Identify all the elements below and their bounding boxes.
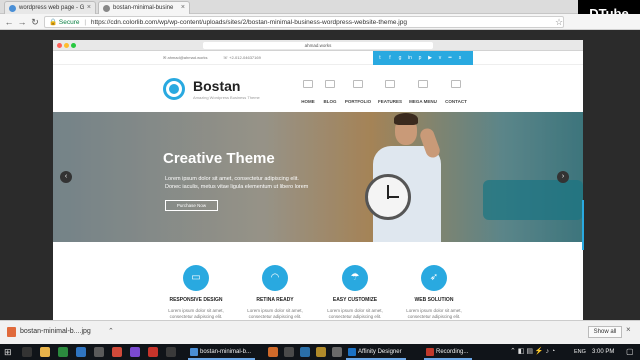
taskbar-app-icon[interactable]: [268, 347, 278, 357]
taskbar-chrome-window[interactable]: bostan-minimal-b...: [188, 344, 256, 360]
reload-button[interactable]: ↻: [29, 15, 41, 29]
youtube-icon: ▶: [428, 55, 432, 61]
twitter-icon: t: [379, 55, 381, 61]
home-icon: [303, 80, 313, 88]
download-filename: bostan-minimal-b....jpg: [20, 328, 91, 335]
mega-menu-icon: [418, 80, 428, 88]
feature-retina-ready: ◠ RETINA READY Lorem ipsum dolor sit ame…: [230, 265, 320, 320]
close-tab-icon[interactable]: ×: [87, 2, 91, 14]
vimeo-icon: v: [438, 55, 442, 61]
flickr-icon: ••: [448, 55, 452, 61]
taskbar-app-icon[interactable]: [316, 347, 326, 357]
taskbar-app-icon[interactable]: [76, 347, 86, 357]
hero-title: Creative Theme: [163, 150, 275, 167]
image-favicon-icon: [103, 5, 110, 12]
linkedin-icon: in: [408, 55, 412, 61]
mock-close-dot: [57, 43, 62, 48]
image-edge-accent: [582, 200, 584, 250]
taskbar-affinity-designer[interactable]: Affinity Designer: [346, 344, 406, 360]
taskbar-app-icon[interactable]: [58, 347, 68, 357]
hero-overlay: [53, 112, 583, 242]
chrome-icon: [190, 348, 198, 356]
tab-wordpress-web-page[interactable]: wordpress web page - G ×: [4, 1, 96, 14]
slider-next-icon: ›: [557, 171, 569, 183]
taskbar-app-icon[interactable]: [40, 347, 50, 357]
skype-icon: s: [458, 55, 462, 61]
back-button[interactable]: ←: [3, 15, 15, 29]
tab-bostan-image[interactable]: bostan-minimal-busine ×: [98, 1, 190, 14]
tab-label: bostan-minimal-busine: [113, 5, 174, 11]
close-tab-icon[interactable]: ×: [181, 2, 185, 14]
tab-label: wordpress web page - G: [19, 5, 85, 11]
taskbar-app-icon[interactable]: [130, 347, 140, 357]
taskbar-app-icon[interactable]: [148, 347, 158, 357]
forward-button[interactable]: →: [16, 15, 28, 29]
features-icon: [385, 80, 395, 88]
language-indicator[interactable]: ENG: [574, 345, 586, 359]
contact-email: ✉ ahmad@ahmad.works: [163, 55, 208, 60]
url-text: https://cdn.colorlib.com/wp/wp-content/u…: [90, 19, 407, 26]
taskbar-app-icon[interactable]: [166, 347, 176, 357]
hero-person-hair: [394, 113, 418, 125]
close-download-shelf-icon[interactable]: ×: [626, 325, 636, 339]
separator: |: [84, 19, 87, 26]
show-all-button[interactable]: Show all: [588, 326, 622, 338]
taskbar-app-icon[interactable]: [332, 347, 342, 357]
secure-label: Secure: [58, 19, 80, 26]
contact-icon: [451, 80, 461, 88]
notifications-icon[interactable]: ▢: [626, 346, 634, 358]
hero-line-1: Lorem ipsum dolor sit amet, consectetur …: [165, 176, 299, 182]
hero-line-2: Donec iaculis, metus vitae ligula elemen…: [165, 184, 309, 190]
taskbar-app-icon[interactable]: [300, 347, 310, 357]
rocket-icon: ➶: [421, 265, 447, 291]
wifi-icon: ◠: [262, 265, 288, 291]
taskbar-recording[interactable]: Recording...: [424, 344, 473, 360]
monitor-icon: ▭: [183, 265, 209, 291]
bookmark-star-icon[interactable]: ☆: [555, 15, 567, 29]
affinity-designer-icon: [348, 348, 356, 356]
system-tray-icons[interactable]: ⌃ ◧ ▤ ⚡ ♪ ◔: [510, 346, 555, 358]
umbrella-icon: ☂: [342, 265, 368, 291]
start-button-icon[interactable]: ⊞: [4, 346, 16, 358]
pinterest-icon: p: [418, 55, 422, 61]
feature-easy-customize: ☂ EASY CUSTOMIZE Lorem ipsum dolor sit a…: [310, 265, 400, 320]
mock-url: ahmad.works: [203, 42, 433, 49]
taskbar-app-icon[interactable]: [112, 347, 122, 357]
nav-features: FEATURES: [373, 80, 407, 108]
nav-contact: CONTACT: [439, 80, 473, 108]
image-file-icon: [7, 327, 16, 337]
download-menu-chevron-icon[interactable]: ⌃: [108, 324, 118, 340]
portfolio-icon: [353, 80, 363, 88]
address-bar[interactable]: 🔒 Secure | https://cdn.colorlib.com/wp/w…: [44, 16, 564, 28]
lock-icon: 🔒: [49, 19, 58, 26]
google-favicon-icon: [9, 5, 16, 12]
taskbar-app-icon[interactable]: [94, 347, 104, 357]
purchase-now-button: Purchase Now: [165, 200, 218, 211]
nav-portfolio: PORTFOLIO: [341, 80, 375, 108]
bostan-logo-icon: [163, 78, 185, 100]
facebook-icon: f: [389, 55, 391, 61]
taskbar-app-icon[interactable]: [284, 347, 294, 357]
slider-prev-icon: ‹: [60, 171, 72, 183]
feature-responsive-design: ▭ RESPONSIVE DESIGN Lorem ipsum dolor si…: [151, 265, 241, 320]
wall-clock-icon: [365, 174, 411, 220]
brand-tagline: Amazing Wordpress Business Theme: [193, 95, 260, 100]
download-item[interactable]: bostan-minimal-b....jpg: [4, 324, 122, 340]
site-topbar: [53, 51, 583, 65]
system-clock[interactable]: 3:00 PM: [592, 345, 614, 359]
taskbar-app-icon[interactable]: [22, 347, 32, 357]
recording-icon: [426, 348, 434, 356]
blog-icon: [325, 80, 335, 88]
social-icons-bar: t f g in p ▶ v •• s: [373, 51, 473, 65]
contact-phone: ☏ +2-012-04637169: [223, 55, 261, 60]
nav-mega-menu: MEGA MENU: [406, 80, 440, 108]
mock-minimize-dot: [64, 43, 69, 48]
brand-name: Bostan: [193, 78, 241, 94]
tab-strip: [0, 0, 640, 14]
feature-web-solution: ➶ WEB SOLUTION Lorem ipsum dolor sit ame…: [389, 265, 479, 320]
theme-screenshot-image: ahmad.works ✉ ahmad@ahmad.works ☏ +2-012…: [53, 40, 583, 320]
mock-zoom-dot: [71, 43, 76, 48]
google-plus-icon: g: [398, 55, 402, 61]
